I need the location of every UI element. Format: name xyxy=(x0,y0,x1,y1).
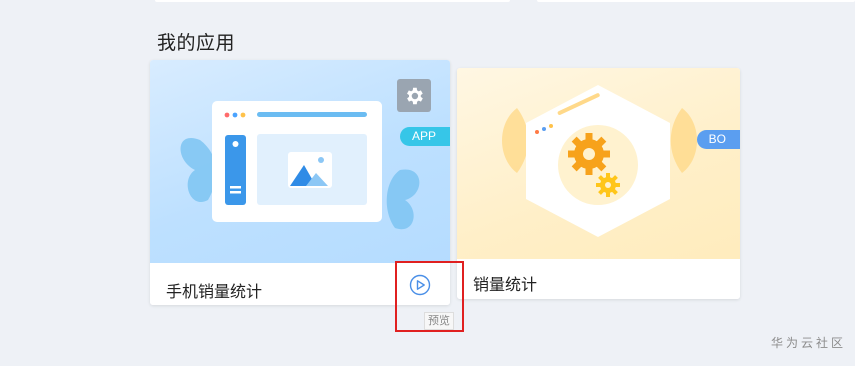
app-card-sales[interactable]: BO 销量统计 xyxy=(457,68,740,299)
type-badge: BO xyxy=(696,130,740,149)
type-badge: APP xyxy=(399,127,450,146)
watermark: 华为云社区 xyxy=(770,336,846,350)
section-title: 我的应用 xyxy=(157,33,236,54)
top-card-left xyxy=(155,0,510,2)
settings-button[interactable] xyxy=(397,79,431,112)
app-name[interactable]: 销量统计 xyxy=(473,271,537,295)
annotation-highlight-box xyxy=(395,261,464,332)
top-card-right xyxy=(537,0,855,2)
gear-icon xyxy=(407,87,423,104)
stage: 我的应用 APP 手机销量统计 BO 销量统计 预览 华为云社区 xyxy=(0,0,855,366)
card-footer: 销量统计 xyxy=(457,259,740,299)
bo-thumbnail xyxy=(457,68,740,259)
app-name[interactable]: 手机销量统计 xyxy=(166,278,262,302)
bo-illustration xyxy=(502,85,697,237)
